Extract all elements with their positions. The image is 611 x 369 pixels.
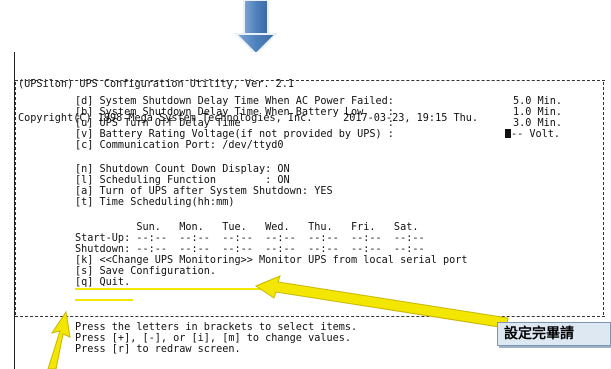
battery-voltage-text: -- Volt. (511, 129, 561, 140)
setting-battery-low-delay[interactable]: [b] System Shutdown Delay Time When Batt… (75, 107, 394, 118)
help-line: Press the letters in brackets to select … (75, 322, 358, 333)
option-scheduling[interactable]: [l] Scheduling Function : ON (75, 175, 290, 186)
app-title: (UPSilon) UPS Configuration Utility, Ver… (18, 79, 295, 91)
quit-highlight (75, 299, 133, 301)
option-turnoff-after-shutdown[interactable]: [a] Turn of UPS after System Shutdown: Y… (75, 186, 333, 197)
top-divider (15, 80, 605, 81)
setting-battery-low-delay-value: 1.0 Min. (513, 107, 563, 118)
down-arrow-icon (234, 0, 278, 56)
schedule-startup-row: Start-Up: --:-- --:-- --:-- --:-- --:-- … (75, 233, 425, 244)
action-quit[interactable]: [q] Quit. (75, 277, 130, 288)
help-line: Press [+], [-], or [i], [m] to change va… (75, 333, 352, 344)
setting-ac-fail-delay[interactable]: [d] System Shutdown Delay Time When AC P… (75, 96, 394, 107)
setting-battery-voltage[interactable]: [v] Battery Rating Voltage(if not provid… (75, 129, 394, 140)
setting-ups-turnoff-delay[interactable]: [u] UPS Turn Off Delay Time : (75, 118, 394, 129)
option-time-scheduling[interactable]: [t] Time Scheduling(hh:mm) (75, 197, 234, 208)
setting-comm-port[interactable]: [c] Communication Port: /dev/ttyd0 (75, 140, 284, 151)
option-countdown-display[interactable]: [n] Shutdown Count Down Display: ON (75, 164, 290, 175)
action-save-configuration[interactable]: [s] Save Configuration. (75, 266, 216, 277)
save-highlight (75, 288, 265, 290)
right-border (603, 82, 604, 315)
setting-ups-turnoff-delay-value: 3.0 Min. (513, 118, 563, 129)
schedule-shutdown-row: Shutdown: --:-- --:-- --:-- --:-- --:-- … (75, 244, 425, 255)
schedule-days-header: Sun. Mon. Tue. Wed. Thu. Fri. Sat. (75, 222, 419, 233)
bottom-divider (15, 316, 605, 317)
setting-ac-fail-delay-value: 5.0 Min. (513, 96, 563, 107)
help-line: Press [r] to redraw screen. (75, 344, 241, 355)
setting-battery-voltage-value: -- Volt. (505, 129, 560, 140)
action-change-monitoring[interactable]: [k] <<Change UPS Monitoring>> Monitor UP… (75, 255, 468, 266)
left-border (15, 82, 16, 315)
instruction-callout: 設定完畢請 (497, 322, 611, 346)
